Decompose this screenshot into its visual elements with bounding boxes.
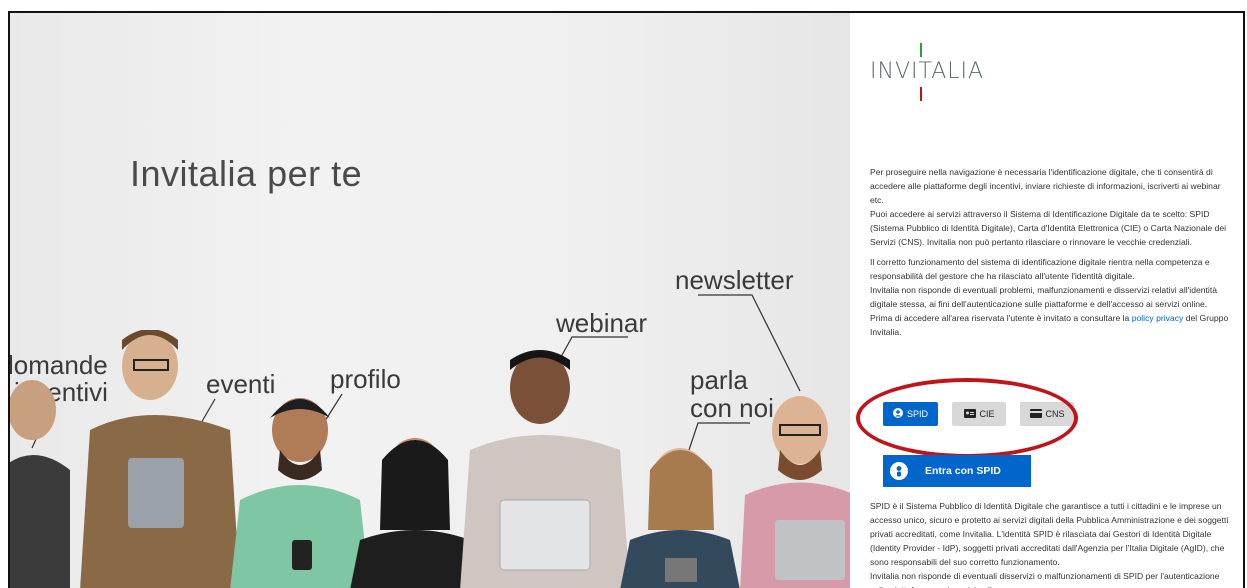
login-panel: INVITALIA Per proseguire nella navigazio… [850, 13, 1243, 588]
enter-with-spid-button[interactable]: Entra con SPID [883, 455, 1031, 487]
app-frame: Invitalia per te lomande incentivi event… [8, 11, 1245, 588]
enter-with-spid-label: Entra con SPID [925, 465, 1001, 477]
intro-text: Per proseguire nella navigazione è neces… [870, 165, 1232, 249]
liability-paragraph: Invitalia non risponde di eventuali prob… [870, 285, 1218, 309]
spid-user-icon [883, 455, 915, 487]
logo-text: INVITALIA [870, 59, 985, 84]
liability-paragraph: Il corretto funzionamento del sistema di… [870, 257, 1210, 281]
spid-info-paragraph: Invitalia non risponde di eventuali diss… [870, 571, 1220, 588]
policy-paragraph: Prima di accedere all'area riservata l'u… [870, 311, 1232, 339]
intro-paragraph: Puoi accedere ai servizi attraverso il S… [870, 209, 1227, 247]
logo-red-bar [920, 87, 922, 101]
logo-green-bar [920, 43, 922, 57]
policy-privacy-link[interactable]: policy privacy [1132, 313, 1184, 323]
people-illustration [10, 330, 850, 588]
spid-info-text: SPID è il Sistema Pubblico di Identità D… [870, 499, 1232, 588]
spid-info-paragraph: SPID è il Sistema Pubblico di Identità D… [870, 501, 1229, 567]
policy-prefix: Prima di accedere all'area riservata l'u… [870, 313, 1132, 323]
invitalia-logo: INVITALIA [870, 43, 985, 101]
intro-paragraph: Per proseguire nella navigazione è neces… [870, 167, 1221, 205]
liability-text: Il corretto funzionamento del sistema di… [870, 255, 1232, 339]
hero-image: Invitalia per te lomande incentivi event… [10, 13, 850, 588]
highlight-ring [856, 378, 1078, 458]
